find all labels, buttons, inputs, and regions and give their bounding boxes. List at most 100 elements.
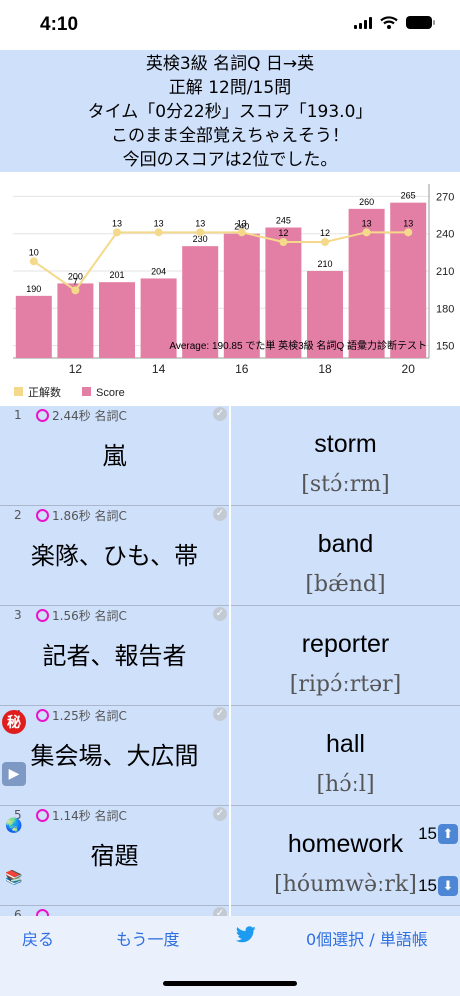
status-time: 4:10 (40, 14, 79, 35)
correct-count-label: 12 (278, 228, 288, 238)
japanese-cell[interactable]: 41.25秒 名詞C✓集会場、大広間 (0, 706, 229, 806)
time-score: タイム「0分22秒」スコア「193.0」 (87, 102, 373, 122)
score-bar (15, 295, 52, 358)
secret-badge-icon[interactable]: 秘 (2, 710, 26, 734)
score-bar (57, 283, 94, 358)
score-bar-label: 201 (109, 270, 124, 280)
row-index: 2 (14, 508, 22, 522)
selection-wordbook-button[interactable]: 0個選択 / 単語帳 (306, 926, 428, 950)
score-chart-svg: 150180210240270190200 201 2042302402452102… (13, 184, 454, 399)
japanese-cell[interactable]: 3 1.56秒 名詞C ✓ 記者、報告者 (0, 606, 229, 706)
result-circle-icon (36, 709, 49, 722)
x-tick-label: 20 (402, 362, 416, 376)
checkmark-icon[interactable]: ✓ (213, 807, 227, 821)
score-bar (99, 282, 135, 358)
score-bar (223, 233, 260, 358)
english-cell[interactable]: reporter [ripɔ́ːrtər] (231, 606, 460, 706)
english-cell[interactable]: hall [hɔ́ːl] (231, 706, 460, 806)
x-tick-label: 16 (235, 362, 249, 376)
english-cell[interactable]: gym (231, 906, 460, 916)
row-index: 3 (14, 608, 22, 622)
row-meta: 1.56秒 名詞C (52, 609, 127, 623)
result-circle-icon (36, 409, 49, 422)
y-tick-label: 270 (436, 191, 454, 203)
result-header: 英検3級 名詞Q 日→英 正解 12問/15問 タイム「0分22秒」スコア「19… (0, 50, 460, 172)
pronunciation: [bǽnd] (305, 572, 386, 597)
checkmark-icon[interactable]: ✓ (213, 407, 227, 421)
correct-count-point (404, 228, 413, 237)
word-list[interactable]: 1 2.44秒 名詞C ✓ 嵐 storm [stɔ́ːrm] 2 1.86秒 名詞C ✓ 楽隊、… (0, 406, 460, 916)
english-word: reporter (301, 630, 390, 658)
status-bar: 4:10 (0, 0, 460, 50)
retry-button[interactable]: もう一度 (116, 926, 180, 950)
correct-count-label: 13 (403, 218, 413, 228)
y-tick-label: 150 (436, 341, 454, 353)
word-row[interactable]: 5 1.14秒 名詞C ✓ 宿題 homework [hóumwə̀ːrk] (0, 806, 460, 906)
rank-message: 今回のスコアは2位でした。 (122, 150, 338, 170)
word-row[interactable]: 6✓ジム、体育館gym (0, 906, 460, 916)
x-tick-label: 12 (69, 362, 83, 376)
checkmark-icon[interactable]: ✓ (213, 707, 227, 721)
quiz-title: 英検3級 名詞Q 日→英 (145, 54, 315, 74)
score-bar-label: 265 (401, 191, 416, 201)
row-meta: 1.14秒 名詞C (52, 809, 127, 823)
arrow-up-icon: ⬆ (438, 824, 458, 844)
word-row[interactable]: 2 1.86秒 名詞C ✓ 楽隊、ひも、帯 band [bǽnd] (0, 506, 460, 606)
cellular-signal-icon (354, 16, 372, 29)
x-tick-label: 18 (318, 362, 332, 376)
correct-count-label: 13 (237, 218, 247, 228)
correct-count-point (113, 228, 121, 237)
word-row[interactable]: 1 2.44秒 名詞C ✓ 嵐 storm [stɔ́ːrm] (0, 406, 460, 506)
home-indicator (163, 981, 297, 986)
japanese-cell[interactable]: 2 1.86秒 名詞C ✓ 楽隊、ひも、帯 (0, 506, 229, 606)
checkmark-icon[interactable]: ✓ (213, 507, 227, 521)
checkmark-icon[interactable]: ✓ (213, 607, 227, 621)
books-icon[interactable]: 📚 (2, 866, 26, 890)
japanese-meaning: 記者、報告者 (42, 642, 187, 670)
back-button[interactable]: 戻る (22, 926, 54, 950)
correct-count-point (279, 238, 288, 246)
japanese-cell[interactable]: 5 1.14秒 名詞C ✓ 宿題 (0, 806, 229, 906)
play-button-icon[interactable]: ▶ (2, 762, 26, 786)
y-tick-label: 210 (436, 266, 454, 278)
correct-count-point (71, 286, 80, 295)
scroll-up-button[interactable]: 15 ⬆ (418, 824, 458, 844)
row-meta: 1.86秒 名詞C (52, 509, 127, 523)
legend-label: 正解数 (28, 385, 61, 399)
word-row[interactable]: 3 1.56秒 名詞C ✓ 記者、報告者 reporter [ripɔ́ːrtər] (0, 606, 460, 706)
score-chart: 150 180 210 240 270 190 200 201 204 230 240 245 210 2… (0, 172, 460, 406)
battery-icon (406, 16, 435, 29)
encouragement-message: このまま全部覚えちゃえそう！ (111, 126, 349, 146)
chart-annotation: Average: 190.85 でた単 英検3級 名詞Q 語彙力診断テスト (169, 339, 427, 352)
english-cell[interactable]: band [bǽnd] (231, 506, 460, 606)
japanese-cell[interactable]: 1 2.44秒 名詞C ✓ 嵐 (0, 406, 229, 506)
correct-count-point (29, 257, 38, 266)
row-meta: 1.25秒 名詞C (52, 709, 127, 723)
checkmark-icon[interactable]: ✓ (213, 907, 227, 916)
arrow-down-icon: ⬇ (438, 876, 458, 896)
legend-swatch (14, 387, 23, 396)
correct-count: 正解 12問/15問 (168, 78, 292, 98)
scroll-down-button[interactable]: 15 ⬇ (418, 876, 458, 896)
correct-count-label: 10 (29, 247, 39, 257)
correct-count-label: 7 (73, 276, 78, 286)
result-circle-icon (36, 609, 49, 622)
twitter-icon[interactable] (236, 926, 256, 943)
row-index: 1 (14, 408, 22, 422)
correct-count-label: 13 (195, 218, 205, 228)
word-row[interactable]: 41.25秒 名詞C✓集会場、大広間hall[hɔ́ːl] (0, 706, 460, 806)
correct-count-label: 12 (320, 228, 330, 238)
score-bar-label: 210 (317, 259, 332, 269)
japanese-cell[interactable]: 6✓ジム、体育館 (0, 906, 229, 916)
x-tick-label: 14 (152, 362, 166, 376)
english-cell[interactable]: storm [stɔ́ːrm] (231, 406, 460, 506)
japanese-meaning: 楽隊、ひも、帯 (30, 542, 199, 570)
legend-swatch (82, 387, 91, 396)
globe-icon[interactable]: 🌏 (2, 814, 26, 838)
result-circle-icon (36, 509, 49, 522)
english-word: hall (326, 730, 365, 758)
pronunciation: [ripɔ́ːrtər] (289, 672, 402, 697)
correct-count-point (362, 228, 371, 237)
status-icons (354, 16, 435, 29)
english-word: storm (314, 430, 377, 458)
